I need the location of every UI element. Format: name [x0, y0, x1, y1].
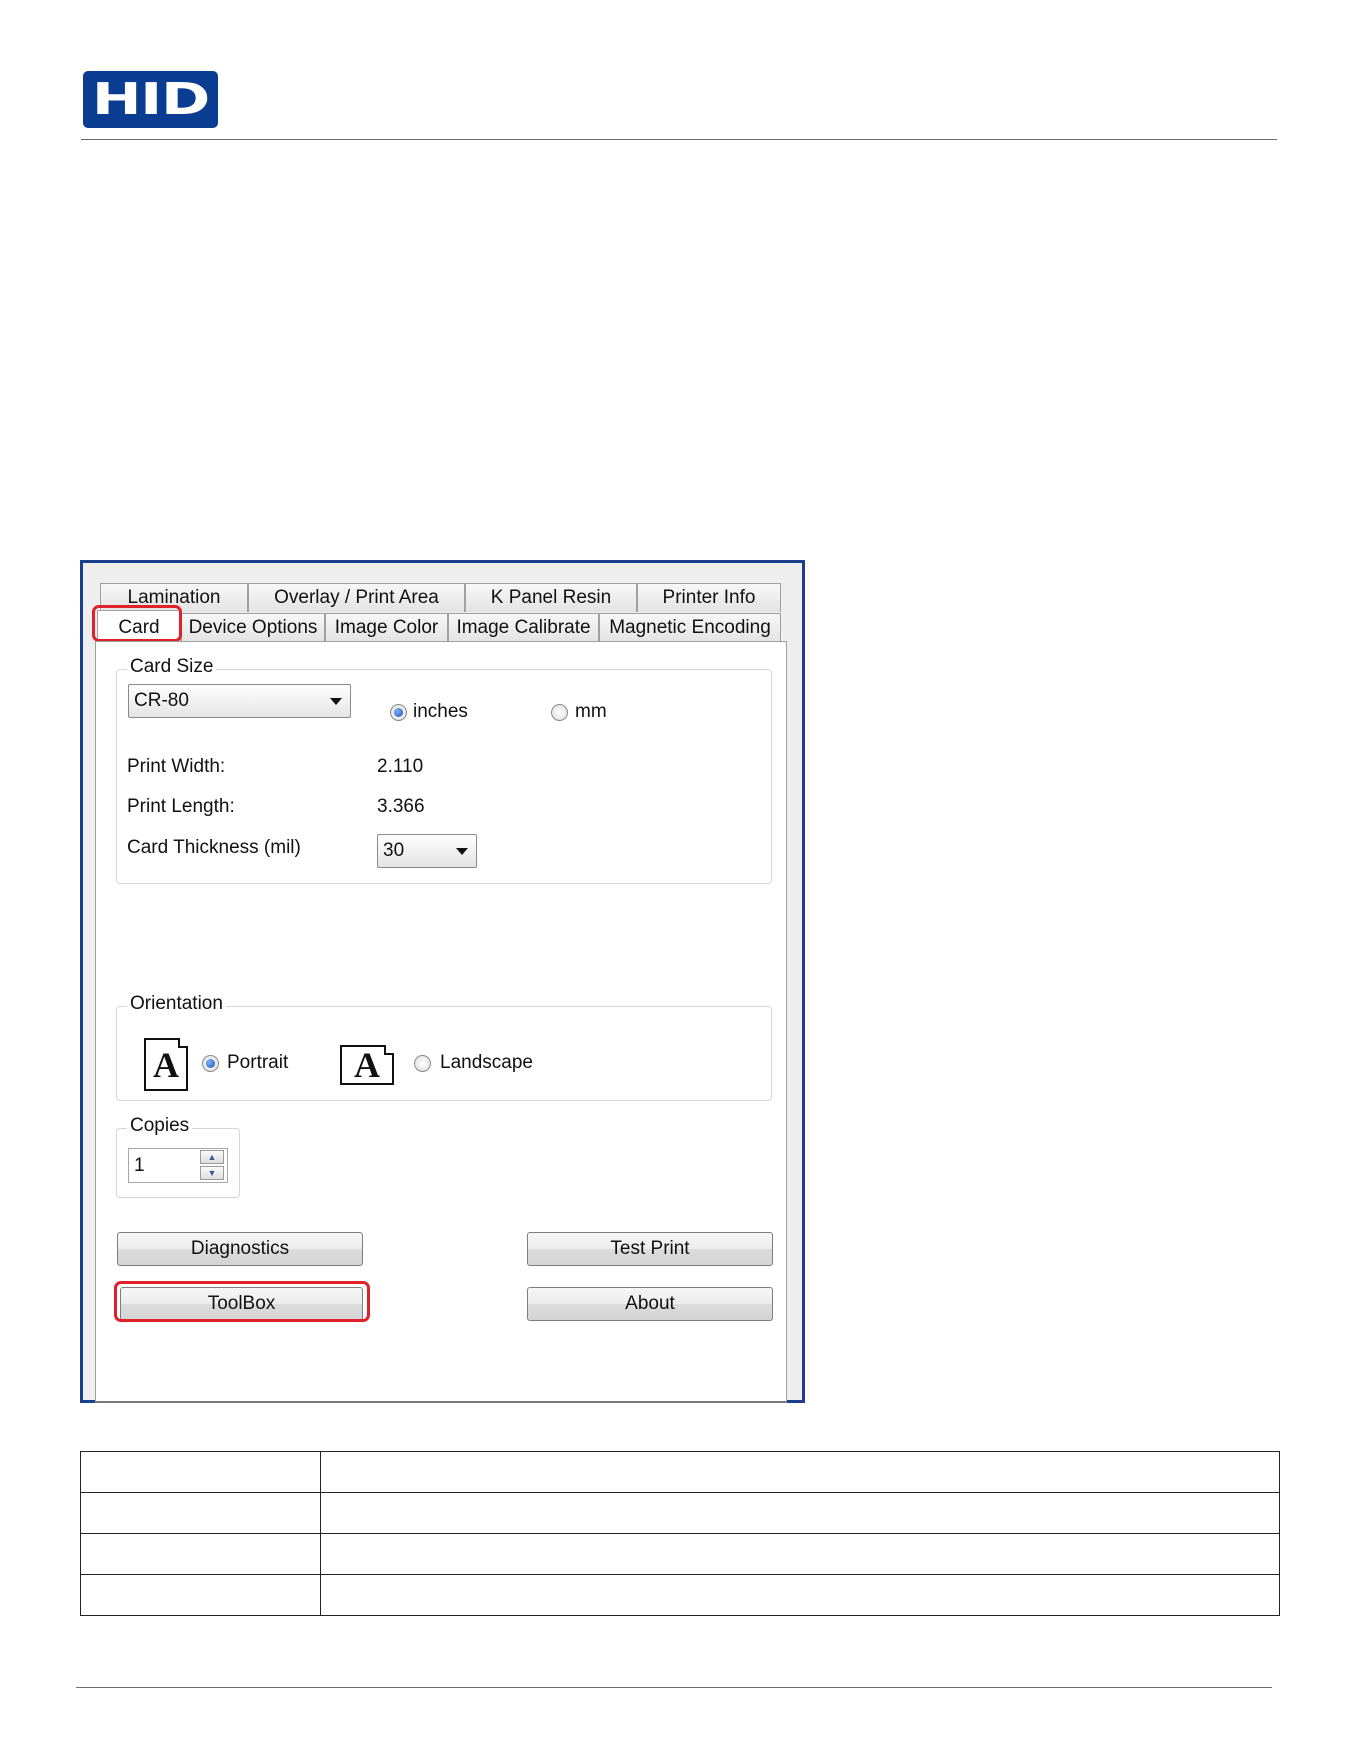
card-tab-panel: Card Size CR-80 inches mm Print Width: 2… [95, 641, 787, 1403]
test-print-button[interactable]: Test Print [527, 1232, 773, 1266]
about-button[interactable]: About [527, 1287, 773, 1321]
card-size-selected: CR-80 [134, 690, 189, 711]
inches-label: inches [413, 701, 468, 722]
hid-logo: HID [83, 71, 218, 128]
page-fold-icon [178, 1038, 188, 1048]
landscape-radio[interactable] [414, 1055, 431, 1072]
table-row [80, 1533, 1280, 1575]
tab-image-color[interactable]: Image Color [325, 613, 448, 642]
logo-text: HID [91, 74, 210, 125]
copies-up-button[interactable]: ▲ [200, 1150, 224, 1164]
table-row [80, 1492, 1280, 1534]
inches-radio[interactable] [390, 704, 407, 721]
page-fold-icon [384, 1045, 394, 1055]
landscape-icon-letter: A [354, 1045, 380, 1085]
orientation-group: Orientation A Portrait A Landscape [116, 993, 772, 1101]
footer-rule [76, 1687, 1272, 1688]
card-size-dropdown[interactable]: CR-80 [128, 684, 351, 718]
chevron-down-icon [456, 848, 468, 855]
card-thickness-label: Card Thickness (mil) [127, 837, 301, 858]
card-size-group: Card Size CR-80 inches mm Print Width: 2… [116, 656, 772, 884]
card-thickness-selected: 30 [383, 840, 405, 861]
tab-row-1: Lamination Overlay / Print Area K Panel … [95, 583, 787, 612]
chevron-down-icon [330, 698, 342, 705]
copies-title: Copies [127, 1115, 193, 1137]
tab-image-calibrate[interactable]: Image Calibrate [448, 613, 599, 642]
table-row [80, 1574, 1280, 1616]
dialog-content: Lamination Overlay / Print Area K Panel … [92, 563, 790, 1403]
tab-overlay-print-area[interactable]: Overlay / Print Area [248, 583, 465, 612]
print-length-label: Print Length: [127, 796, 235, 817]
tab-k-panel-resin[interactable]: K Panel Resin [465, 583, 637, 612]
copies-down-button[interactable]: ▼ [200, 1166, 224, 1180]
tab-printer-info[interactable]: Printer Info [637, 583, 781, 612]
tab-row-2: Card Device Options Image Color Image Ca… [95, 610, 787, 644]
print-width-value: 2.110 [377, 756, 424, 777]
toolbox-button-highlight [114, 1281, 370, 1322]
diagnostics-button[interactable]: Diagnostics [117, 1232, 363, 1266]
portrait-label: Portrait [227, 1052, 289, 1073]
print-width-label: Print Width: [127, 756, 226, 777]
portrait-icon-letter: A [153, 1044, 179, 1085]
card-thickness-dropdown[interactable]: 30 [377, 834, 477, 868]
print-length-value: 3.366 [377, 796, 425, 817]
landscape-page-icon: A [340, 1045, 394, 1085]
copies-group: Copies 1 ▲ ▼ [116, 1115, 240, 1198]
card-tab-highlight [92, 605, 182, 642]
portrait-radio[interactable] [202, 1055, 219, 1072]
reference-table [80, 1451, 1280, 1616]
printer-preferences-dialog: Lamination Overlay / Print Area K Panel … [80, 560, 805, 1403]
mm-radio[interactable] [551, 704, 568, 721]
tab-magnetic-encoding[interactable]: Magnetic Encoding [599, 613, 781, 642]
copies-value: 1 [134, 1154, 145, 1176]
mm-label: mm [575, 701, 607, 722]
header-rule [81, 139, 1277, 140]
landscape-label: Landscape [440, 1052, 533, 1073]
orientation-title: Orientation [127, 993, 226, 1015]
card-size-title: Card Size [127, 656, 217, 678]
table-row [80, 1451, 1280, 1493]
tab-device-options[interactable]: Device Options [181, 613, 325, 642]
portrait-page-icon: A [144, 1038, 188, 1091]
